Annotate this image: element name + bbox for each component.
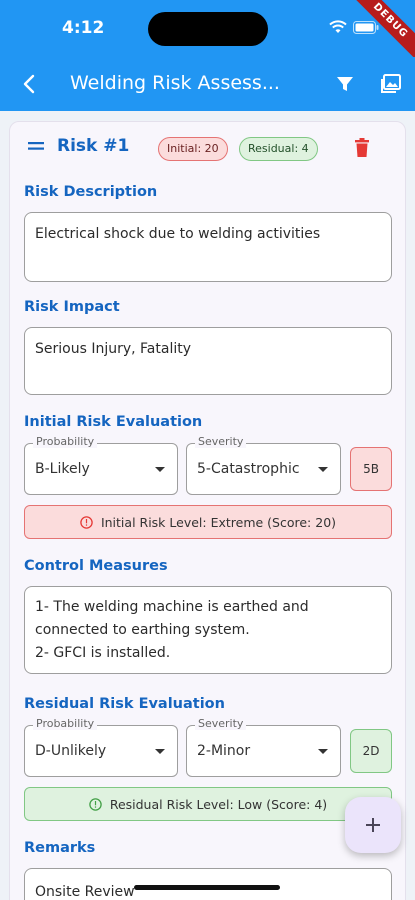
info-icon — [80, 515, 93, 529]
control-measures-line: connected to earthing system. — [35, 622, 250, 638]
add-risk-button[interactable] — [345, 797, 401, 853]
control-measures-line: 1- The welding machine is earthed and — [35, 599, 309, 615]
dropdown-arrow-icon — [318, 467, 328, 472]
initial-severity-dropdown[interactable]: Severity 5-Catastrophic — [186, 435, 341, 495]
dropdown-arrow-icon — [318, 749, 328, 754]
residual-probability-value: D-Unlikely — [35, 743, 107, 759]
wifi-icon — [329, 20, 347, 33]
status-time: 4:12 — [62, 18, 105, 38]
residual-evaluation-label: Residual Risk Evaluation — [24, 696, 225, 712]
risk-impact-label: Risk Impact — [24, 299, 120, 315]
remarks-value: Onsite Review — [35, 884, 135, 900]
initial-risk-level-banner: Initial Risk Level: Extreme (Score: 20) — [24, 505, 392, 539]
residual-risk-level-banner: Residual Risk Level: Low (Score: 4) — [24, 787, 392, 821]
filter-button[interactable] — [334, 73, 356, 95]
info-icon — [89, 797, 102, 811]
residual-probability-dropdown[interactable]: Probability D-Unlikely — [24, 717, 178, 777]
delete-risk-button[interactable] — [354, 138, 370, 158]
initial-probability-dropdown[interactable]: Probability B-Likely — [24, 435, 178, 495]
status-icons — [329, 20, 379, 34]
app-title: Welding Risk Assess... — [70, 72, 280, 94]
control-measures-line: 2- GFCI is installed. — [35, 645, 171, 661]
risk-impact-value: Serious Injury, Fatality — [35, 341, 192, 357]
risk-description-value: Electrical shock due to welding activiti… — [35, 226, 321, 242]
risk-header: Risk #1 — [27, 136, 129, 156]
image-button[interactable] — [379, 72, 403, 96]
back-button[interactable] — [16, 71, 42, 97]
drag-handle-icon[interactable] — [27, 140, 45, 152]
residual-severity-legend: Severity — [195, 717, 247, 730]
initial-probability-value: B-Likely — [35, 461, 90, 477]
dropdown-arrow-icon — [155, 467, 165, 472]
initial-score-badge: Initial: 20 — [158, 137, 228, 161]
initial-risk-code: 5B — [350, 447, 392, 491]
risk-card: Risk #1 Initial: 20 Residual: 4 Risk Des… — [9, 121, 406, 900]
initial-evaluation-label: Initial Risk Evaluation — [24, 414, 203, 430]
residual-risk-code: 2D — [350, 729, 392, 773]
residual-severity-value: 2-Minor — [197, 743, 251, 759]
filter-icon — [337, 77, 353, 91]
initial-severity-legend: Severity — [195, 435, 247, 448]
residual-score-badge: Residual: 4 — [239, 137, 318, 161]
delete-icon — [355, 138, 369, 157]
battery-icon — [353, 20, 379, 34]
remarks-field[interactable]: Onsite Review — [24, 868, 392, 900]
risk-description-field[interactable]: Electrical shock due to welding activiti… — [24, 212, 392, 282]
dynamic-island — [148, 12, 268, 46]
remarks-label: Remarks — [24, 840, 96, 856]
control-measures-field[interactable]: 1- The welding machine is earthed and co… — [24, 586, 392, 674]
residual-severity-dropdown[interactable]: Severity 2-Minor — [186, 717, 341, 777]
plus-icon — [366, 818, 380, 832]
control-measures-label: Control Measures — [24, 558, 168, 574]
residual-risk-level-text: Residual Risk Level: Low (Score: 4) — [109, 796, 328, 812]
risk-description-label: Risk Description — [24, 184, 158, 200]
app-bar: Welding Risk Assess... — [0, 57, 415, 111]
initial-risk-level-text: Initial Risk Level: Extreme (Score: 20) — [100, 514, 337, 530]
initial-severity-value: 5-Catastrophic — [197, 461, 300, 477]
dropdown-arrow-icon — [155, 749, 165, 754]
initial-probability-legend: Probability — [33, 435, 98, 448]
status-bar: 4:12 DEBUG — [0, 0, 415, 67]
image-icon — [381, 74, 401, 93]
home-indicator — [134, 885, 280, 890]
risk-impact-field[interactable]: Serious Injury, Fatality — [24, 327, 392, 395]
back-arrow-icon — [23, 74, 35, 94]
residual-probability-legend: Probability — [33, 717, 98, 730]
risk-title: Risk #1 — [57, 136, 130, 156]
